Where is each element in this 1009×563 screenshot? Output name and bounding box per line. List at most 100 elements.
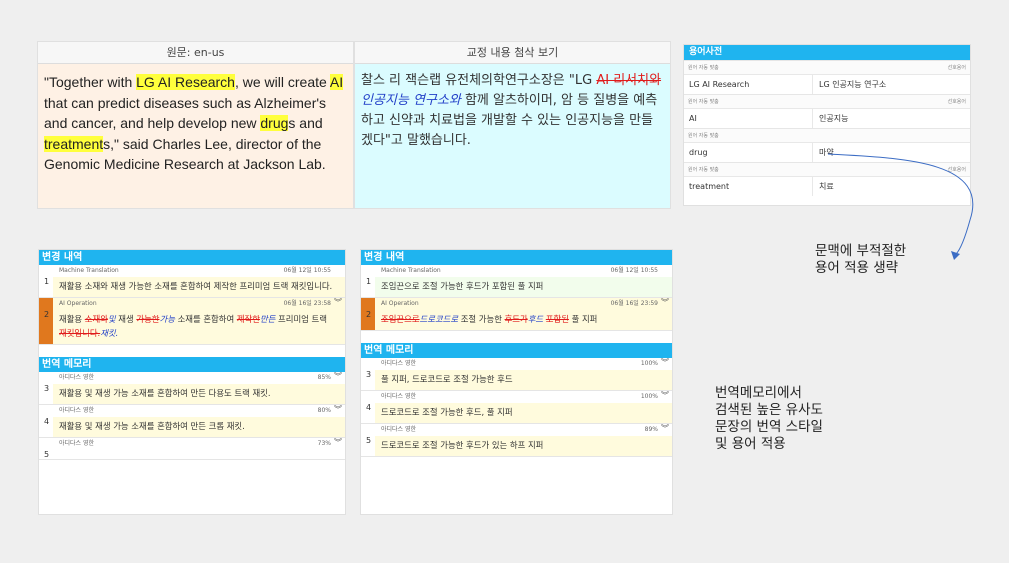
item-body: 아디다스 영한 73% ︾ [53,438,345,459]
match-score: 80% [317,407,331,414]
item-body: 아디다스 영한 89% ︾ 드로코드로 조절 가능한 후드가 있는 하프 지퍼 [375,424,672,456]
item-date: 06월 16일 23:59 [610,300,658,307]
deleted-text: 소재와 [84,314,108,324]
highlighted-term: drug [260,115,289,132]
match-score: 89% [644,426,658,433]
revision-panel: 교정 내용 첨삭 보기 찰스 리 잭슨랩 유전체의학연구소장은 "LG AI 리… [354,41,671,209]
deleted-text: 포함된 [545,314,569,324]
chevron-down-icon[interactable]: ︾ [661,423,669,435]
text-fragment: 소재를 혼합하여 [174,314,237,324]
item-body: 아디다스 영한 85% ︾ 재활용 및 재생 가능 소재를 혼합하여 만든 다용도 트… [53,372,345,404]
deleted-text: 후드가 [504,314,528,324]
inserted-text: 인공지능 연구소와 [361,93,461,108]
left-tm-list: 3 아디다스 영한 85% ︾ 재활용 및 재생 가능 소재를 혼합하여 만든 다용도 … [39,372,345,460]
history-item[interactable]: 1 Machine Translation 06월 12일 10:55 조임끈으로 조… [361,265,672,298]
item-source-label: 아디다스 영한 [381,426,417,433]
item-meta: AI Operation 06월 16일 23:59 ︾ [375,298,672,310]
item-body: Machine Translation 06월 12일 10:55 재활용 소재와 … [53,265,345,297]
tm-item[interactable]: 3 아디다스 영한 100% ︾ 풀 지퍼, 드로코드로 조절 가능한 후드 [361,358,672,391]
item-number: 4 [44,417,50,426]
item-text: 재활용 소재와및 재생 가능한가능 소재를 혼합하여 제작한만든 프리미엄 트랙… [53,310,345,344]
glossary-entry-meta: 원어 자동 맞춤 선호용어 [684,94,970,108]
right-history-panel: 변경 내역 1 Machine Translation 06월 12일 10:55 조… [360,249,673,515]
item-number: 2 [39,298,53,344]
chevron-down-icon[interactable]: ︾ [334,297,342,309]
deleted-text: 제작한 [236,314,260,324]
tm-note-line: 및 용어 적용 [715,436,786,452]
item-source-label: Machine Translation [381,267,441,274]
item-date: 06월 12일 10:55 [283,267,331,274]
item-meta: 아디다스 영한 80% ︾ [53,405,345,417]
item-date: 06월 16일 23:58 [283,300,331,307]
text-fragment: 재생 [115,314,137,324]
item-number: 5 [366,436,372,445]
deleted-text: 재킷입니다. [59,328,101,338]
item-number: 3 [44,384,50,393]
right-tm-title: 번역 메모리 [361,343,672,358]
item-body: 아디다스 영한 100% ︾ 드로코드로 조절 가능한 후드, 풀 지퍼 [375,391,672,423]
tm-item[interactable]: 5 아디다스 영한 89% ︾ 드로코드로 조절 가능한 후드가 있는 하프 지퍼 [361,424,672,457]
chevron-down-icon[interactable]: ︾ [661,357,669,369]
tm-item[interactable]: 4 아디다스 영한 80% ︾ 재활용 및 재생 가능 소재를 혼합하여 만든 크롭 재… [39,405,345,438]
tm-item[interactable]: 5 아디다스 영한 73% ︾ [39,438,345,460]
inserted-text: 및 [107,314,116,324]
glossary-row[interactable]: LG AI Research LG 인공지능 연구소 [684,74,970,94]
right-history-title: 변경 내역 [361,250,672,265]
glossary-target-label: 선호용어 [947,99,966,105]
chevron-down-icon[interactable]: ︾ [661,297,669,309]
right-history-list: 1 Machine Translation 06월 12일 10:55 조임끈으로 조… [361,265,672,331]
item-meta: 아디다스 영한 73% ︾ [53,438,345,450]
left-history-title: 변경 내역 [39,250,345,265]
glossary-note: 문맥에 부적절한 용어 적용 생략 [815,243,906,277]
item-source-label: Machine Translation [59,267,119,274]
revision-header: 교정 내용 첨삭 보기 [355,42,670,64]
inserted-text: 만든 [259,314,276,324]
item-meta: 아디다스 영한 89% ︾ [375,424,672,436]
chevron-down-icon[interactable]: ︾ [334,404,342,416]
item-text: 조임끈으로드로코드로 조절 가능한 후드가후드 포함된 풀 지퍼 [375,310,672,330]
glossary-source-term: drug [689,148,708,157]
item-text: 조임끈으로 조절 가능한 후드가 포함된 풀 지퍼 [375,277,672,297]
tm-note-line: 번역메모리에서 [715,385,802,401]
source-text: "Together with LG AI Research, we will c… [38,64,353,208]
highlighted-term: AI [329,74,344,90]
item-text: 재활용 및 재생 가능 소재를 혼합하여 만든 크롭 재킷. [53,417,345,437]
glossary-target-term: 인공지능 [812,109,970,128]
glossary-row[interactable]: AI 인공지능 [684,108,970,128]
history-item[interactable]: 2 AI Operation 06월 16일 23:59 ︾ 조임끈으로드로코드로 조절… [361,298,672,331]
inserted-text: 드로코드로 [419,314,459,324]
item-source-label: AI Operation [381,300,419,307]
tm-item[interactable]: 3 아디다스 영한 85% ︾ 재활용 및 재생 가능 소재를 혼합하여 만든 다용도 … [39,372,345,405]
item-text: 재활용 및 재생 가능 소재를 혼합하여 만든 다용도 트랙 재킷. [53,384,345,404]
source-panel: 원문: en-us "Together with LG AI Research,… [37,41,354,209]
match-score: 85% [317,374,331,381]
item-source-label: 아디다스 영한 [59,440,95,447]
glossary-target-label: 선호용어 [947,65,966,71]
item-text: 풀 지퍼, 드로코드로 조절 가능한 후드 [375,370,672,390]
chevron-down-icon[interactable]: ︾ [334,371,342,383]
chevron-down-icon[interactable]: ︾ [661,390,669,402]
item-text: 드로코드로 조절 가능한 후드, 풀 지퍼 [375,403,672,423]
item-meta: 아디다스 영한 85% ︾ [53,372,345,384]
tm-item[interactable]: 4 아디다스 영한 100% ︾ 드로코드로 조절 가능한 후드, 풀 지퍼 [361,391,672,424]
item-number: 1 [366,277,372,286]
history-item[interactable]: 2 AI Operation 06월 16일 23:58 ︾ 재활용 소재와및 재생 가… [39,298,345,345]
match-score: 100% [640,360,658,367]
history-item[interactable]: 1 Machine Translation 06월 12일 10:55 재활용 소재와… [39,265,345,298]
chevron-down-icon[interactable]: ︾ [334,437,342,449]
deleted-text: AI 리서치와 [596,73,662,88]
inserted-text: 가능 [159,314,175,324]
text-fragment: 풀 지퍼 [568,314,598,324]
item-number: 4 [366,403,372,412]
glossary-target-term: LG 인공지능 연구소 [812,75,970,94]
item-number: 5 [44,450,50,459]
item-meta: 아디다스 영한 100% ︾ [375,391,672,403]
inserted-text: 후드 [527,314,544,324]
glossary-title: 용어사전 [684,45,970,60]
glossary-source-label: 원어 자동 맞춤 [688,99,719,105]
item-meta: Machine Translation 06월 12일 10:55 [53,265,345,277]
source-fragment: "Together with [44,74,137,90]
item-meta: 아디다스 영한 100% ︾ [375,358,672,370]
glossary-note-line: 용어 적용 생략 [815,260,899,276]
match-score: 100% [640,393,658,400]
